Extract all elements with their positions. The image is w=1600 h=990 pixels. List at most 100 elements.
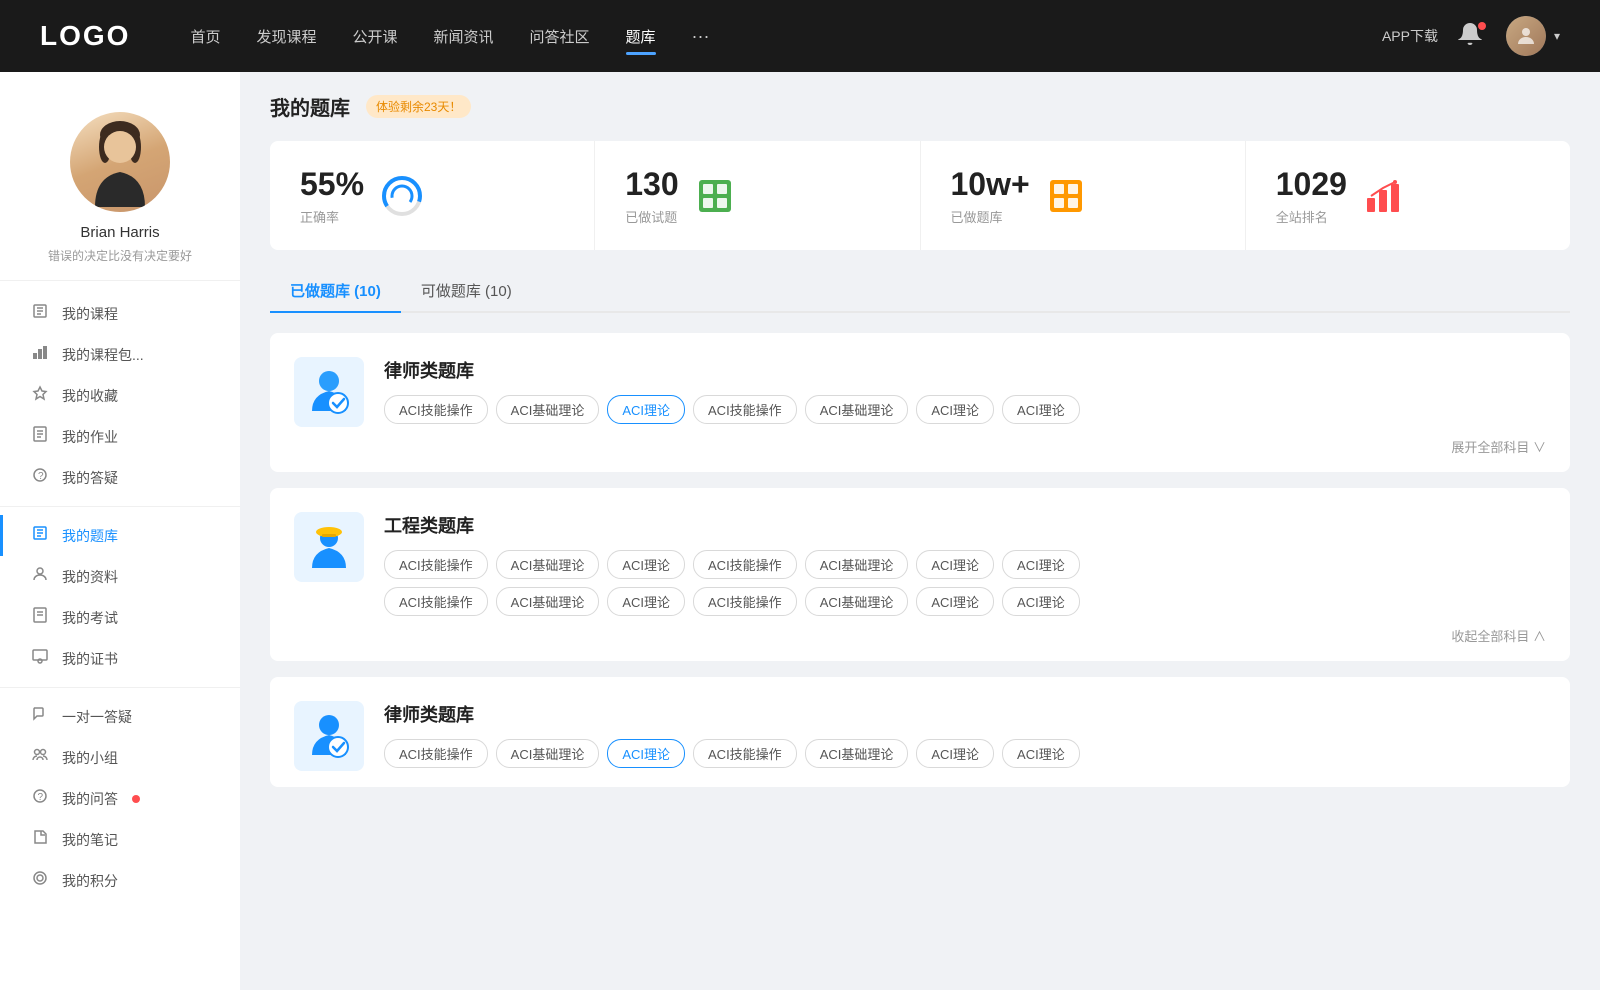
nav-news[interactable]: 新闻资讯 — [434, 22, 494, 51]
stat-done-b-value: 10w+ — [951, 165, 1030, 203]
sidebar-item-my-course[interactable]: 我的课程 — [0, 293, 240, 334]
sidebar-item-exam[interactable]: 我的考试 — [0, 597, 240, 638]
sidebar-label-qbank: 我的题库 — [62, 526, 118, 546]
tab-done[interactable]: 已做题库 (10) — [270, 270, 401, 311]
tag-3-5[interactable]: ACI理论 — [916, 739, 994, 768]
chevron-down-icon: ▾ — [1554, 29, 1560, 43]
tag-2-r2-0[interactable]: ACI技能操作 — [384, 587, 488, 616]
tag-1-4[interactable]: ACI基础理论 — [805, 395, 909, 424]
sidebar-item-points[interactable]: 我的积分 — [0, 860, 240, 901]
course-icon — [30, 303, 50, 324]
stat-accuracy-value: 55% — [300, 165, 364, 203]
page-title: 我的题库 — [270, 92, 350, 121]
accuracy-icon — [380, 174, 424, 218]
trial-badge: 体验剩余23天！ — [366, 95, 471, 118]
sidebar-label-group: 我的小组 — [62, 748, 118, 768]
qbank-tags-1: ACI技能操作 ACI基础理论 ACI理论 ACI技能操作 ACI基础理论 AC… — [384, 395, 1546, 424]
tag-3-0[interactable]: ACI技能操作 — [384, 739, 488, 768]
my-qa-icon: ? — [30, 788, 50, 809]
stat-rank-label: 全站排名 — [1276, 207, 1347, 226]
tag-3-4[interactable]: ACI基础理论 — [805, 739, 909, 768]
sidebar-item-homework[interactable]: 我的作业 — [0, 416, 240, 457]
sidebar-item-qa[interactable]: ? 我的答疑 — [0, 457, 240, 498]
stat-ranking: 1029 全站排名 — [1246, 141, 1570, 250]
sidebar-label-my-course: 我的课程 — [62, 304, 118, 324]
tag-2-r1-6[interactable]: ACI理论 — [1002, 550, 1080, 579]
tag-2-r1-1[interactable]: ACI基础理论 — [496, 550, 600, 579]
tab-available[interactable]: 可做题库 (10) — [401, 270, 532, 311]
cert-icon — [30, 648, 50, 669]
sidebar-label-my-qa: 我的问答 — [62, 789, 118, 809]
qbank-card-1: 律师类题库 ACI技能操作 ACI基础理论 ACI理论 ACI技能操作 ACI基… — [270, 333, 1570, 472]
sidebar-label-course-package: 我的课程包... — [62, 345, 144, 365]
tag-1-0[interactable]: ACI技能操作 — [384, 395, 488, 424]
qbank-tags-2-row1: ACI技能操作 ACI基础理论 ACI理论 ACI技能操作 ACI基础理论 AC… — [384, 550, 1546, 579]
sidebar-label-tutoring: 一对一答疑 — [62, 707, 132, 727]
notification-bell[interactable] — [1458, 22, 1486, 50]
tag-2-r1-4[interactable]: ACI基础理论 — [805, 550, 909, 579]
tag-2-r1-3[interactable]: ACI技能操作 — [693, 550, 797, 579]
tabs-row: 已做题库 (10) 可做题库 (10) — [270, 270, 1570, 313]
tag-1-6[interactable]: ACI理论 — [1002, 395, 1080, 424]
sidebar-item-group[interactable]: 我的小组 — [0, 737, 240, 778]
tag-2-r2-1[interactable]: ACI基础理论 — [496, 587, 600, 616]
divider-1 — [0, 506, 240, 507]
tag-1-5[interactable]: ACI理论 — [916, 395, 994, 424]
svg-text:?: ? — [38, 792, 44, 803]
qbank-icon — [30, 525, 50, 546]
sidebar-item-qbank[interactable]: 我的题库 — [0, 515, 240, 556]
tag-3-2[interactable]: ACI理论 — [607, 739, 685, 768]
nav-more[interactable]: ··· — [692, 26, 710, 47]
tag-2-r1-5[interactable]: ACI理论 — [916, 550, 994, 579]
tag-2-r2-6[interactable]: ACI理论 — [1002, 587, 1080, 616]
tag-1-2[interactable]: ACI理论 — [607, 395, 685, 424]
app-download-button[interactable]: APP下载 — [1382, 26, 1438, 46]
nav-discover[interactable]: 发现课程 — [256, 22, 316, 51]
sidebar-item-notes[interactable]: 我的笔记 — [0, 819, 240, 860]
stat-done-banks: 10w+ 已做题库 — [921, 141, 1246, 250]
stat-rank-value: 1029 — [1276, 165, 1347, 203]
nav-home[interactable]: 首页 — [190, 22, 220, 51]
tutoring-icon — [30, 706, 50, 727]
collapse-link-2[interactable]: 收起全部科目 ∧ — [294, 626, 1546, 645]
stat-done-b-label: 已做题库 — [951, 207, 1030, 226]
sidebar-label-qa: 我的答疑 — [62, 468, 118, 488]
qbank-icon-lawyer-2 — [294, 701, 364, 771]
qbank-title-1: 律师类题库 — [384, 357, 1546, 383]
tag-2-r1-0[interactable]: ACI技能操作 — [384, 550, 488, 579]
tag-1-3[interactable]: ACI技能操作 — [693, 395, 797, 424]
nav-open-course[interactable]: 公开课 — [352, 22, 397, 51]
sidebar-label-favorites: 我的收藏 — [62, 386, 118, 406]
tag-2-r2-2[interactable]: ACI理论 — [607, 587, 685, 616]
tag-3-6[interactable]: ACI理论 — [1002, 739, 1080, 768]
sidebar-item-tutoring[interactable]: 一对一答疑 — [0, 696, 240, 737]
tag-3-3[interactable]: ACI技能操作 — [693, 739, 797, 768]
tag-2-r1-2[interactable]: ACI理论 — [607, 550, 685, 579]
notification-dot — [1478, 22, 1486, 30]
tag-3-1[interactable]: ACI基础理论 — [496, 739, 600, 768]
sidebar-item-my-qa[interactable]: ? 我的问答 — [0, 778, 240, 819]
done-questions-icon — [695, 176, 735, 216]
stat-done-questions: 130 已做试题 — [595, 141, 920, 250]
sidebar-label-cert: 我的证书 — [62, 649, 118, 669]
expand-link-1[interactable]: 展开全部科目 ∨ — [294, 437, 1546, 456]
tag-2-r2-3[interactable]: ACI技能操作 — [693, 587, 797, 616]
main-layout: Brian Harris 错误的决定比没有决定要好 我的课程 我的课程包... — [0, 72, 1600, 990]
star-icon — [30, 385, 50, 406]
qa-badge-dot — [132, 795, 140, 803]
sidebar-item-cert[interactable]: 我的证书 — [0, 638, 240, 679]
sidebar-item-course-package[interactable]: 我的课程包... — [0, 334, 240, 375]
tag-2-r2-4[interactable]: ACI基础理论 — [805, 587, 909, 616]
sidebar-label-profile: 我的资料 — [62, 567, 118, 587]
sidebar-item-favorites[interactable]: 我的收藏 — [0, 375, 240, 416]
tag-1-1[interactable]: ACI基础理论 — [496, 395, 600, 424]
profile-avatar — [70, 112, 170, 212]
tag-2-r2-5[interactable]: ACI理论 — [916, 587, 994, 616]
nav-qa[interactable]: 问答社区 — [530, 22, 590, 51]
user-avatar-menu[interactable]: ▾ — [1506, 16, 1560, 56]
qbank-card-3: 律师类题库 ACI技能操作 ACI基础理论 ACI理论 ACI技能操作 ACI基… — [270, 677, 1570, 787]
ranking-icon — [1363, 176, 1403, 216]
sidebar-item-profile[interactable]: 我的资料 — [0, 556, 240, 597]
nav-qbank[interactable]: 题库 — [626, 22, 656, 51]
logo[interactable]: LOGO — [40, 20, 130, 52]
